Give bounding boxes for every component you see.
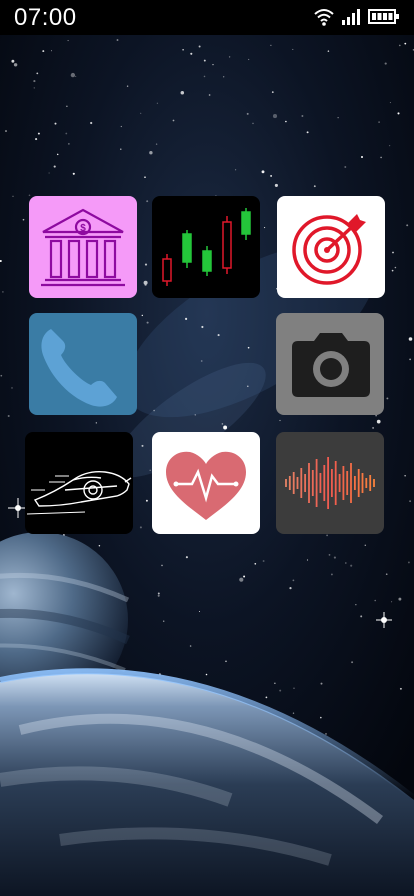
stocks-app[interactable] bbox=[152, 196, 260, 298]
status-icons bbox=[314, 8, 400, 28]
sound-wave-app[interactable] bbox=[276, 432, 384, 534]
camera-icon bbox=[292, 333, 370, 397]
phone-app[interactable] bbox=[29, 313, 137, 415]
health-app[interactable] bbox=[152, 432, 260, 534]
status-time: 07:00 bbox=[14, 4, 77, 31]
sound-wave-icon bbox=[285, 457, 375, 509]
wifi-icon bbox=[314, 9, 334, 26]
phone-icon bbox=[41, 329, 117, 407]
bank-app[interactable]: $ bbox=[29, 196, 137, 298]
sports-car-icon bbox=[26, 470, 132, 515]
status-bar: 07:00 bbox=[0, 0, 414, 35]
signal-icon bbox=[342, 9, 360, 25]
camera-app[interactable] bbox=[276, 313, 384, 415]
battery-icon bbox=[368, 9, 399, 24]
target-icon bbox=[292, 214, 366, 285]
car-app[interactable] bbox=[25, 432, 133, 534]
svg-text:$: $ bbox=[80, 223, 86, 234]
heart-rate-icon bbox=[166, 451, 246, 520]
candlestick-chart-icon bbox=[162, 208, 251, 286]
bank-icon: $ bbox=[41, 208, 125, 287]
target-app[interactable] bbox=[277, 196, 385, 298]
